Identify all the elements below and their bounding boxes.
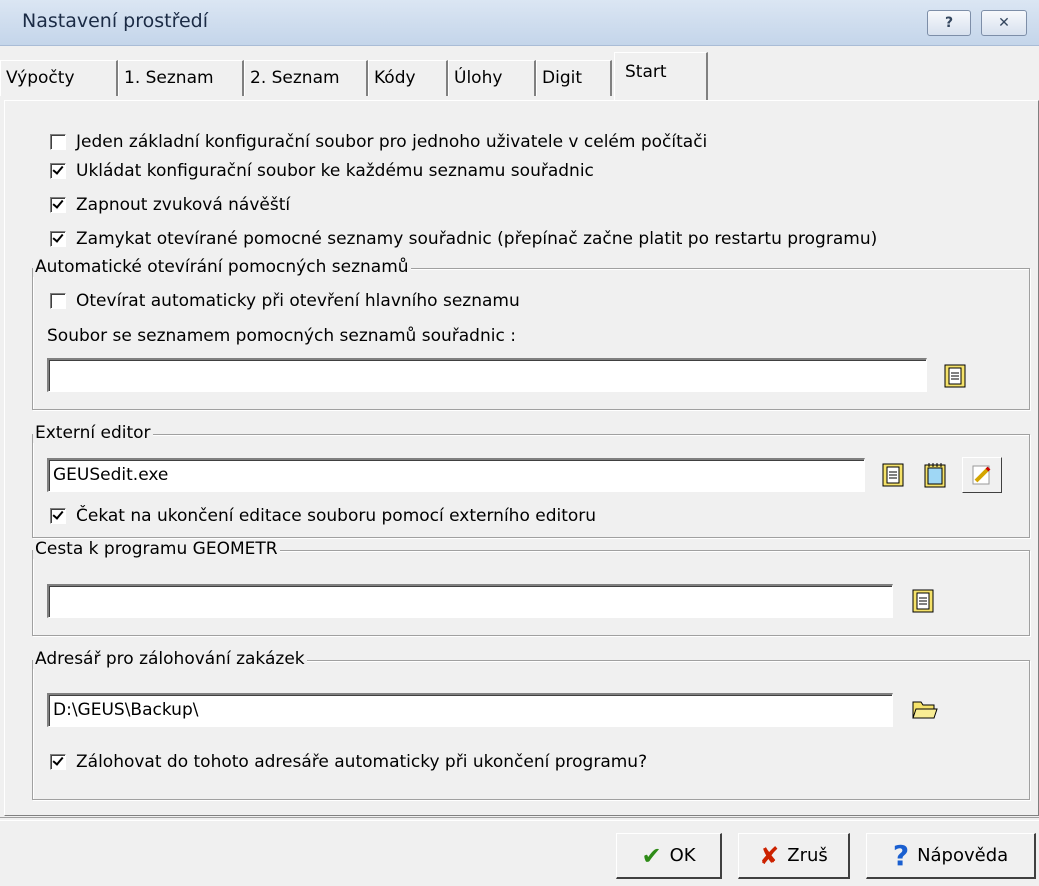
group-backup-title: Adresář pro zálohování zakázek bbox=[33, 649, 307, 669]
cancel-button[interactable]: ✘ Zruš bbox=[738, 833, 850, 879]
tab-kody[interactable]: Kódy bbox=[368, 60, 448, 96]
group-auto-open-title: Automatické otevírání pomocných seznamů bbox=[33, 257, 411, 277]
option-save-config-per-list[interactable]: Ukládat konfigurační soubor ke každému s… bbox=[50, 161, 594, 181]
option-lock-aux-lists[interactable]: Zamykat otevírané pomocné seznamy souřad… bbox=[50, 229, 877, 249]
tab-digit[interactable]: Digit bbox=[536, 60, 612, 96]
tab-seznam-1[interactable]: 1. Seznam bbox=[118, 60, 244, 96]
checkbox[interactable] bbox=[50, 293, 66, 309]
question-icon: ? bbox=[944, 15, 954, 31]
option-auto-open[interactable]: Otevírat automaticky při otevření hlavní… bbox=[50, 291, 520, 311]
group-geometr-title: Cesta k programu GEOMETR bbox=[33, 539, 280, 559]
tab-label: Výpočty bbox=[6, 68, 75, 88]
pencil-icon bbox=[972, 465, 991, 485]
x-icon: ✘ bbox=[759, 841, 780, 870]
external-editor-input[interactable]: GEUSedit.exe bbox=[47, 458, 865, 492]
browse-geometr-button[interactable] bbox=[908, 585, 938, 617]
help-title-button[interactable]: ? bbox=[927, 10, 971, 36]
checkbox[interactable] bbox=[50, 197, 66, 213]
checkbox[interactable] bbox=[50, 134, 66, 150]
folder-icon bbox=[912, 701, 938, 719]
tab-label: Kódy bbox=[374, 68, 416, 88]
tab-label: Start bbox=[625, 62, 667, 82]
help-question-icon: ? bbox=[892, 839, 910, 872]
option-label: Otevírat automaticky při otevření hlavní… bbox=[76, 291, 520, 311]
tab-label: Úlohy bbox=[454, 68, 503, 88]
group-backup bbox=[32, 660, 1030, 800]
option-single-config[interactable]: Jeden základní konfigurační soubor pro j… bbox=[50, 132, 707, 152]
browse-backup-button[interactable] bbox=[910, 693, 940, 725]
aux-list-file-label: Soubor se seznamem pomocných seznamů sou… bbox=[47, 326, 516, 346]
option-sound-signals[interactable]: Zapnout zvuková návěští bbox=[50, 195, 290, 215]
document-icon bbox=[882, 463, 904, 487]
tab-label: 2. Seznam bbox=[250, 68, 340, 88]
option-label: Zálohovat do tohoto adresáře automaticky… bbox=[76, 752, 648, 772]
browse-file-button[interactable] bbox=[940, 360, 970, 392]
tab-seznam-2[interactable]: 2. Seznam bbox=[244, 60, 368, 96]
group-external-editor-title: Externí editor bbox=[33, 423, 153, 443]
option-label: Zamykat otevírané pomocné seznamy souřad… bbox=[76, 229, 878, 249]
checkbox[interactable] bbox=[50, 508, 66, 524]
edit-editor-button[interactable] bbox=[962, 457, 1002, 493]
window-title: Nastavení prostředí bbox=[22, 10, 208, 32]
geometr-path-input[interactable] bbox=[47, 584, 893, 618]
document-icon bbox=[944, 364, 966, 388]
cancel-label: Zruš bbox=[787, 845, 828, 866]
document-icon bbox=[912, 589, 934, 613]
option-label: Jeden základní konfigurační soubor pro j… bbox=[76, 132, 708, 152]
close-icon: ✕ bbox=[998, 15, 1010, 31]
footer-separator bbox=[0, 817, 1039, 821]
help-button[interactable]: ? Nápověda bbox=[866, 833, 1036, 879]
tab-label: Digit bbox=[542, 68, 582, 88]
tab-ulohy[interactable]: Úlohy bbox=[448, 60, 536, 96]
title-bar: Nastavení prostředí ? ✕ bbox=[0, 0, 1039, 46]
notepad-icon bbox=[924, 463, 946, 488]
tab-start[interactable]: Start bbox=[614, 52, 708, 100]
checkmark-icon: ✔ bbox=[641, 841, 662, 870]
close-button[interactable]: ✕ bbox=[981, 10, 1027, 36]
checkbox[interactable] bbox=[50, 163, 66, 179]
checkbox[interactable] bbox=[50, 231, 66, 247]
tab-vypocty[interactable]: Výpočty bbox=[0, 60, 118, 96]
help-label: Nápověda bbox=[917, 845, 1009, 866]
option-label: Čekat na ukončení editace souboru pomocí… bbox=[76, 506, 597, 526]
backup-path-input[interactable]: D:\GEUS\Backup\ bbox=[47, 693, 893, 727]
ok-button[interactable]: ✔ OK bbox=[616, 833, 722, 879]
option-wait-editor[interactable]: Čekat na ukončení editace souboru pomocí… bbox=[50, 506, 596, 526]
notepad-editor-button[interactable] bbox=[920, 459, 950, 491]
checkbox[interactable] bbox=[50, 754, 66, 770]
ok-label: OK bbox=[669, 845, 696, 866]
aux-list-file-input[interactable] bbox=[47, 358, 927, 392]
browse-editor-button[interactable] bbox=[878, 459, 908, 491]
option-label: Zapnout zvuková návěští bbox=[76, 195, 291, 215]
tab-strip: Výpočty 1. Seznam 2. Seznam Kódy Úlohy D… bbox=[0, 46, 1039, 102]
option-label: Ukládat konfigurační soubor ke každému s… bbox=[76, 161, 594, 181]
option-auto-backup[interactable]: Zálohovat do tohoto adresáře automaticky… bbox=[50, 752, 647, 772]
tab-label: 1. Seznam bbox=[124, 68, 214, 88]
